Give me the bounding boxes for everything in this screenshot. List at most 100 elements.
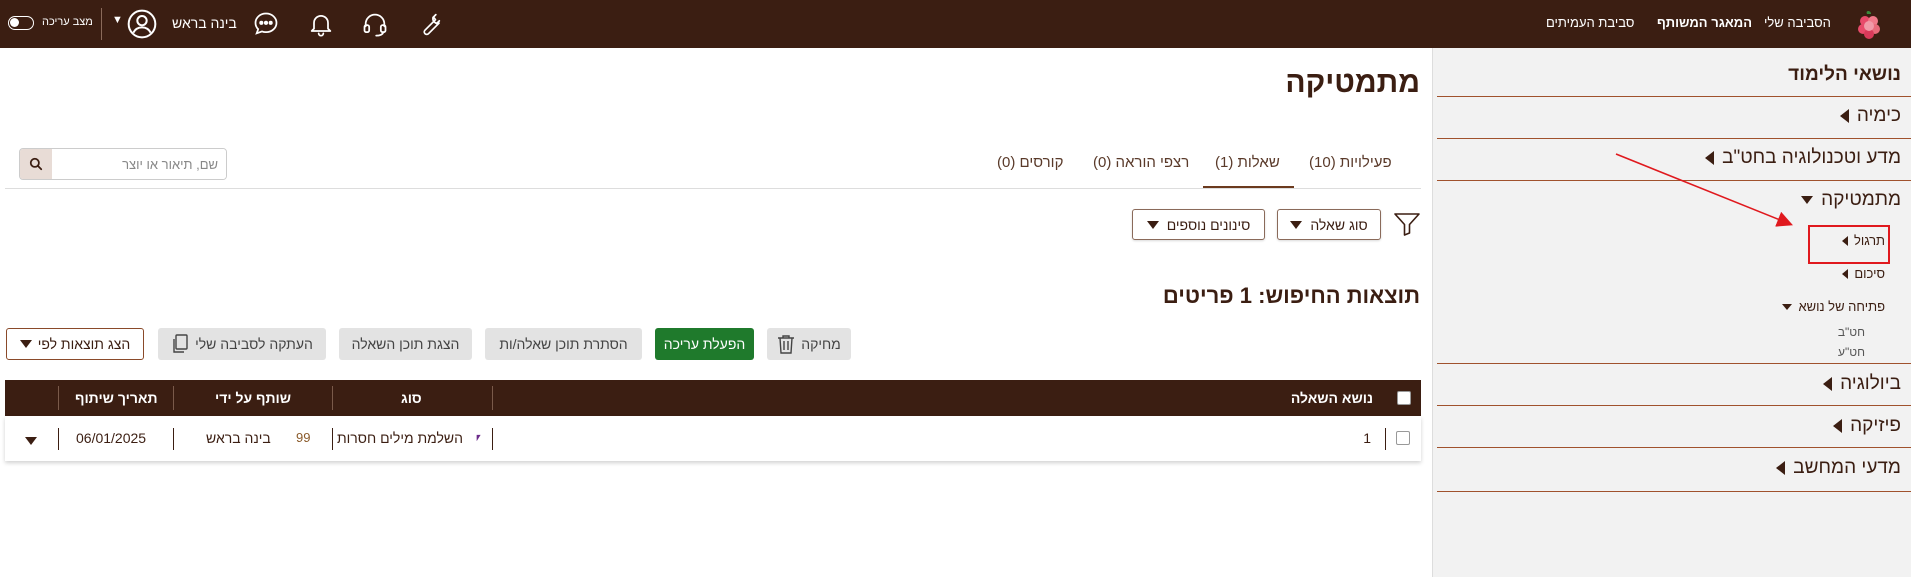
tab-courses[interactable]: קורסים (0) [997, 154, 1063, 171]
cell-subject: 1 [1363, 430, 1371, 446]
sidebar-title: נושאי הלימוד [1788, 64, 1901, 85]
more-filters-label: סינונים נוספים [1166, 216, 1251, 233]
tab-activities[interactable]: פעילויות (10) [1309, 154, 1392, 171]
hide-content-label: הסתרת תוכן שאלה/ות [499, 336, 628, 352]
enable-edit-button[interactable]: הפעלת עריכה [655, 328, 754, 360]
caret-left-icon [1842, 268, 1849, 279]
column-divider [332, 386, 333, 410]
search-icon [29, 157, 43, 171]
sidebar-subitem-summary[interactable]: סיכום [1842, 266, 1885, 281]
sidebar-leaf-high-school[interactable]: חט"ע [1838, 345, 1865, 359]
chevron-down-icon [19, 340, 32, 348]
fill-blanks-icon: ⎖ [473, 429, 484, 444]
sidebar-divider [1437, 96, 1911, 97]
copy-to-my-env-label: העתקה לסביבה שלי [195, 336, 313, 352]
nav-my-environment[interactable]: הסביבה שלי [1764, 15, 1831, 30]
sidebar-item-label: מדעי המחשב [1793, 457, 1901, 478]
sidebar-item-math[interactable]: מתמטיקה [1801, 189, 1901, 211]
results-title: תוצאות החיפוש: 1 פריטים [1162, 283, 1420, 308]
sidebar-item-physics[interactable]: פיזיקה [1833, 415, 1901, 437]
column-header-share-date[interactable]: תאריך שיתוף [75, 390, 158, 406]
sidebar-divider [1437, 447, 1911, 448]
column-divider [492, 386, 493, 410]
headset-icon[interactable] [357, 6, 393, 42]
delete-button[interactable]: מחיקה [767, 328, 851, 360]
user-avatar-icon[interactable] [124, 6, 160, 42]
raspberry-logo-icon [1858, 11, 1880, 39]
cell-share-date: 06/01/2025 [76, 430, 147, 446]
caret-down-icon [1801, 196, 1814, 204]
sidebar-item-label: ביולוגיה [1840, 373, 1901, 394]
cell-shared-by: בינה בראש [206, 430, 271, 446]
chat-icon[interactable] [248, 6, 284, 42]
tab-questions[interactable]: שאלות (1) [1215, 154, 1280, 171]
search-input[interactable] [52, 149, 226, 179]
caret-down-icon [1782, 303, 1793, 310]
caret-left-icon [1823, 377, 1833, 391]
sidebar-item-chemistry[interactable]: כימיה [1839, 105, 1901, 127]
sidebar-divider [1437, 491, 1911, 492]
chevron-down-icon [1146, 220, 1159, 229]
display-results-by-label: הצג תוצאות לפי [37, 336, 131, 352]
delete-label: מחיקה [801, 336, 841, 352]
column-divider [173, 386, 174, 410]
cell-divider [58, 428, 59, 450]
chevron-down-icon [1290, 220, 1303, 229]
caret-left-icon [1833, 419, 1843, 433]
sidebar-item-biology[interactable]: ביולוגיה [1823, 373, 1901, 395]
sidebar-divider [1437, 138, 1911, 139]
bell-icon[interactable] [303, 6, 339, 42]
sidebar-leaf-middle-school[interactable]: חט"ב [1838, 325, 1865, 339]
enable-edit-label: הפעלת עריכה [663, 336, 746, 352]
copy-to-my-env-button[interactable]: העתקה לסביבה שלי [158, 328, 326, 360]
table-header: נושא השאלה סוג שותף על ידי תאריך שיתוף [5, 380, 1421, 416]
caret-left-icon [1705, 151, 1715, 165]
cell-divider [173, 428, 174, 450]
filter-icon[interactable] [1393, 211, 1421, 237]
search-box [19, 148, 227, 180]
nav-peers-environment[interactable]: סביבת העמיתים [1546, 15, 1634, 30]
topics-sidebar: נושאי הלימוד כימיה מדע וטכנולוגיה בחט"ב … [1432, 48, 1911, 577]
show-content-label: הצגת תוכן השאלה [351, 336, 460, 352]
question-type-label: סוג שאלה [1310, 216, 1368, 233]
caret-left-icon [1839, 109, 1849, 123]
tabs-divider [5, 188, 1421, 189]
question-type-dropdown[interactable]: סוג שאלה [1277, 209, 1381, 240]
sidebar-divider [1437, 180, 1911, 181]
show-content-button[interactable]: הצגת תוכן השאלה [339, 328, 472, 360]
sidebar-divider [1437, 363, 1911, 364]
sidebar-subitem-label: סיכום [1854, 266, 1885, 281]
edit-mode-toggle[interactable] [8, 16, 34, 30]
table-row[interactable]: 1 ⎖ השלמת מילים חסרות 99 בינה בראש 06/01… [5, 416, 1421, 461]
user-menu-chevron-icon[interactable]: ▼ [112, 14, 123, 26]
nav-shared-repository[interactable]: המאגר המשותף [1657, 15, 1752, 30]
column-header-shared-by[interactable]: שותף על ידי [215, 390, 291, 406]
select-all-checkbox[interactable] [1397, 391, 1411, 405]
trash-icon [778, 335, 795, 354]
more-filters-dropdown[interactable]: סינונים נוספים [1132, 209, 1265, 240]
copy-icon [173, 334, 188, 353]
hide-content-button[interactable]: הסתרת תוכן שאלה/ות [485, 328, 642, 360]
topbar-divider [101, 8, 102, 40]
cell-divider [332, 428, 333, 450]
shared-by-avatar-icon: 99 [296, 430, 311, 445]
row-checkbox[interactable] [1396, 431, 1410, 445]
row-expand-button[interactable] [25, 432, 37, 448]
app-logo[interactable] [1853, 8, 1885, 40]
sidebar-item-computer-science[interactable]: מדעי המחשב [1776, 457, 1901, 479]
edit-mode-label: מצב עריכה [42, 16, 93, 28]
sidebar-item-science-tech[interactable]: מדע וטכנולוגיה בחט"ב [1705, 147, 1901, 169]
column-header-type[interactable]: סוג [401, 390, 422, 406]
sidebar-item-label: מתמטיקה [1821, 189, 1901, 210]
top-bar: הסביבה שלי המאגר המשותף סביבת העמיתים בי… [0, 0, 1911, 48]
user-name[interactable]: בינה בראש [172, 15, 237, 31]
tab-teaching-sequences[interactable]: רצפי הוראה (0) [1093, 154, 1189, 171]
wrench-icon[interactable] [412, 6, 448, 42]
display-results-by-dropdown[interactable]: הצג תוצאות לפי [6, 328, 144, 360]
sidebar-subitem-topic-opening[interactable]: פתיחה של נושא [1782, 299, 1885, 314]
column-divider [58, 386, 59, 410]
cell-divider [492, 428, 493, 450]
search-button[interactable] [20, 149, 52, 179]
chevron-down-icon [25, 437, 37, 445]
column-header-subject[interactable]: נושא השאלה [1291, 390, 1373, 406]
